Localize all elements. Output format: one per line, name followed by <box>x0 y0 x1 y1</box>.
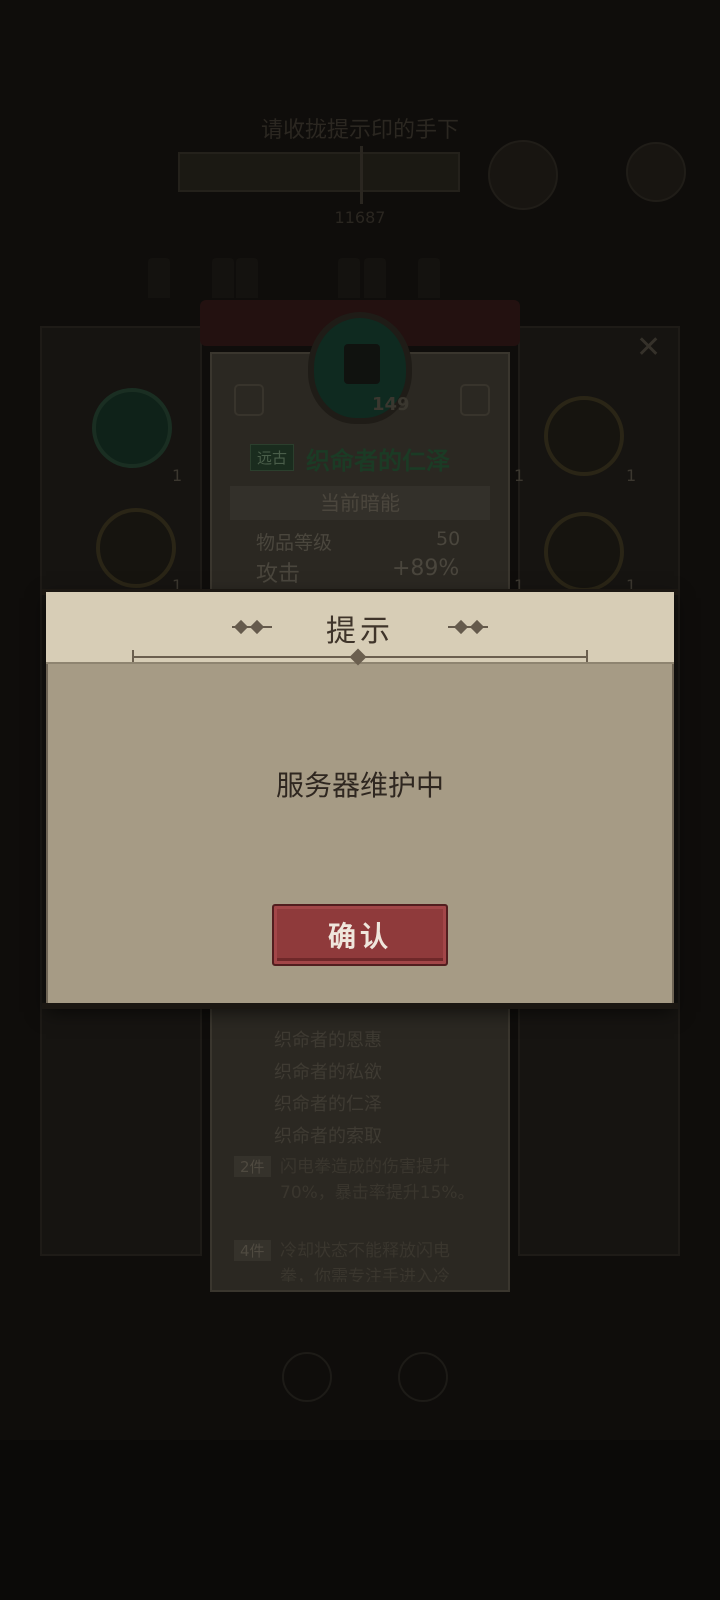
stat-label: 攻击 <box>256 562 301 587</box>
divider-cap <box>132 650 134 662</box>
refresh-icon[interactable] <box>282 1352 332 1402</box>
set-bonus-text: 闪电拳造成的伤害提升70%，暴击率提升15%。 <box>280 1157 475 1203</box>
set-item: 织命者的仁泽 <box>274 1094 382 1115</box>
stat-value: +89% <box>392 556 460 581</box>
slot-count: 1 <box>514 466 525 485</box>
item-level: 149 <box>372 394 410 415</box>
progress-bar <box>178 152 460 192</box>
pillar-decoration <box>364 258 386 298</box>
reward-chest-icon <box>626 142 686 202</box>
set-bonus-tag: 4件 <box>234 1240 271 1261</box>
pillar-decoration <box>338 258 360 298</box>
ornament-right-icon <box>448 619 488 635</box>
header-title: 请收拢提示印的手下 <box>260 118 459 143</box>
set-item: 织命者的索取 <box>274 1126 382 1147</box>
set-item: 织命者的私欲 <box>274 1062 382 1083</box>
boss-portrait-icon <box>488 140 558 210</box>
stat-label: 物品等级 <box>256 532 333 554</box>
lock-icon[interactable] <box>460 384 490 416</box>
set-bonus-text: 冷却状态不能释放闪电拳，你需专注手进入冷 <box>280 1241 450 1282</box>
pillar-decoration <box>212 258 234 298</box>
section-header: 当前暗能 <box>230 486 490 520</box>
share-icon[interactable] <box>234 384 264 416</box>
stat-value: 50 <box>436 528 461 550</box>
bottom-bar <box>0 1440 720 1600</box>
slot-count: 1 <box>172 466 183 485</box>
equipment-slot-belt[interactable] <box>544 512 624 592</box>
close-icon[interactable]: ✕ <box>636 330 661 365</box>
dialog-message: 服务器维护中 <box>275 769 444 802</box>
set-item: 织命者的恩惠 <box>274 1030 382 1051</box>
notice-dialog: 提示 服务器维护中 确认 <box>42 589 678 1009</box>
pillar-decoration <box>148 258 170 298</box>
progress-value: 11687 <box>334 208 386 227</box>
divider-cap <box>586 650 588 662</box>
set-bonus-tag: 2件 <box>234 1156 271 1177</box>
confirm-button[interactable]: 确认 <box>272 904 448 966</box>
rarity-badge: 远古 <box>250 444 295 471</box>
pillar-decoration <box>418 258 440 298</box>
dialog-title: 提示 <box>326 614 394 649</box>
equipment-slot-gloves[interactable] <box>96 508 176 588</box>
item-name: 织命者的仁泽 <box>306 447 450 475</box>
pillar-decoration <box>236 258 258 298</box>
game-screen: 请收拢提示印的手下 11687 1 1 1 1 1 1 149 ✕ 远古 织命者… <box>0 0 720 1600</box>
inventory-icon[interactable] <box>398 1352 448 1402</box>
equipment-slot-chest[interactable] <box>92 388 172 468</box>
progress-marker <box>360 146 363 204</box>
equipment-slot-boots[interactable] <box>544 396 624 476</box>
armor-icon <box>344 344 380 384</box>
slot-count: 1 <box>626 466 637 485</box>
